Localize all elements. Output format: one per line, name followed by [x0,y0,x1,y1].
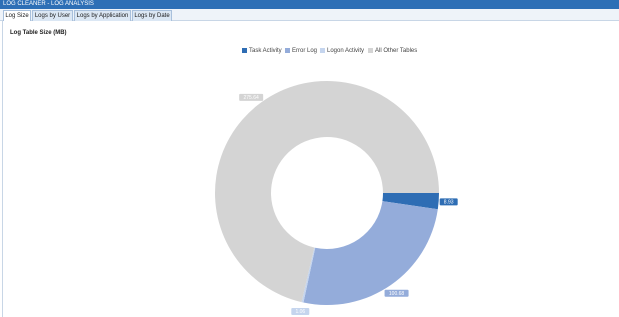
data-label-all-other-tables: 275.64 [239,93,264,101]
data-label-task-activity: 8.93 [439,198,458,206]
data-label-text: 275.64 [244,95,260,101]
data-label-error-log: 100.68 [384,289,409,297]
data-label-text: 100.68 [389,291,405,297]
donut-slice-error-log[interactable] [303,201,438,306]
data-label-text: 8.93 [444,200,454,206]
donut-chart: 8.93 100.68 1.06 275.64 [215,81,458,315]
data-label-logon-activity: 1.06 [291,308,310,315]
data-label-text: 1.06 [295,309,305,315]
